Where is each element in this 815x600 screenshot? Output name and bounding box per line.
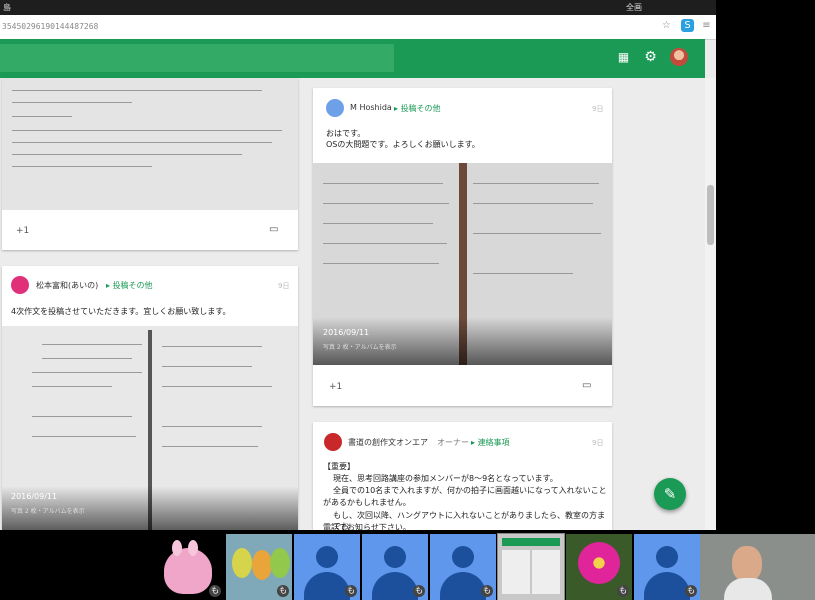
browser-menu-icon[interactable]: ≡ xyxy=(700,19,713,32)
window-titlebar: 島 全画 xyxy=(0,0,716,15)
author-avatar[interactable] xyxy=(326,99,344,117)
url-text[interactable]: 35450296190144487268 xyxy=(2,22,98,31)
bird-image xyxy=(252,550,272,580)
person-face xyxy=(732,546,762,582)
participant-tile[interactable]: も xyxy=(362,534,428,600)
shared-screen-header xyxy=(502,538,560,546)
category-label[interactable]: 投稿その他 xyxy=(113,281,153,290)
person-icon xyxy=(384,546,406,568)
scrollbar[interactable] xyxy=(705,78,716,530)
post-photo[interactable]: 2016/09/11 写真 2 枚・アルバムを表示 xyxy=(2,326,298,530)
participant-tile[interactable]: も xyxy=(430,534,496,600)
person-body xyxy=(304,572,350,600)
post-text-line: があるかもしれません。 xyxy=(323,498,411,507)
post-card: M Hoshida ▸ 投稿その他 9日 おはです。 OSの大問題です。よろしく… xyxy=(313,88,612,406)
participant-tile[interactable]: も xyxy=(634,534,700,600)
photo-caption[interactable]: 写真 2 枚・アルバムを表示 xyxy=(323,342,397,351)
fullscreen-label[interactable]: 全画 xyxy=(626,2,642,13)
account-avatar[interactable] xyxy=(670,48,688,66)
participant-tile[interactable]: も xyxy=(566,534,632,600)
bird-image xyxy=(232,548,252,578)
person-body xyxy=(644,572,690,600)
flower-image xyxy=(578,542,620,584)
participant-tile[interactable]: も xyxy=(294,534,360,600)
mic-icon: も xyxy=(685,585,697,597)
category-label[interactable]: 連絡事項 xyxy=(478,438,510,447)
person-icon xyxy=(656,546,678,568)
post-author[interactable]: 書道の創作文オンエア xyxy=(348,437,428,448)
post-date: 9日 xyxy=(592,105,604,113)
post-card: +1 ▭ xyxy=(2,78,298,250)
category-label[interactable]: 投稿その他 xyxy=(401,104,441,113)
comment-icon[interactable]: ▭ xyxy=(269,224,278,235)
photo-date: 2016/09/11 xyxy=(11,492,58,501)
post-photo[interactable] xyxy=(2,78,298,210)
post-card: 松本富和(あいの) ▸ 投稿その他 9日 4次作文を投稿させていただきます。宜し… xyxy=(2,266,298,530)
person-body xyxy=(440,572,486,600)
post-category[interactable]: ▸ 投稿その他 xyxy=(394,103,441,114)
search-bar[interactable] xyxy=(0,44,394,72)
author-avatar[interactable] xyxy=(324,433,342,451)
post-date: 9日 xyxy=(278,282,290,290)
window-title: 島 xyxy=(3,3,11,12)
plus-one-button[interactable]: +1 xyxy=(16,226,29,236)
scrollbar-thumb[interactable] xyxy=(707,185,714,245)
post-text-line: 現在、思考回路講座の参加メンバーが8～9名となっています。 xyxy=(333,474,558,483)
photo-date: 2016/09/11 xyxy=(323,328,370,337)
pink-character-image xyxy=(164,548,212,594)
mic-icon: も xyxy=(617,585,629,597)
post-author[interactable]: M Hoshida xyxy=(350,103,392,112)
author-role: オーナー xyxy=(437,438,469,447)
compose-button[interactable]: ✎ xyxy=(654,478,686,510)
person-body xyxy=(372,572,418,600)
browser-window: 島 全画 35450296190144487268 ☆ S ≡ ▦ ⚙ +1 ▭… xyxy=(0,0,716,530)
character-ear xyxy=(172,540,182,556)
post-text: 4次作文を投稿させていただきます。宜しくお願い致します。 xyxy=(11,307,231,316)
plus-one-button[interactable]: +1 xyxy=(329,382,342,392)
mic-icon: も xyxy=(345,585,357,597)
post-text-line: 【重要】 xyxy=(323,462,355,471)
post-text-line: 全員での10名まで入れますが、何かの拍子に画面越いになって入れないこと xyxy=(333,486,607,495)
post-photo[interactable]: 2016/09/11 写真 2 枚・アルバムを表示 xyxy=(313,163,612,365)
skype-icon[interactable]: S xyxy=(681,19,694,32)
settings-icon[interactable]: ⚙ xyxy=(643,50,658,65)
person-icon xyxy=(452,546,474,568)
app-header: ▦ ⚙ xyxy=(0,39,705,78)
mic-icon: も xyxy=(481,585,493,597)
participant-tile[interactable]: も xyxy=(226,534,292,600)
apps-grid-icon[interactable]: ▦ xyxy=(617,51,630,64)
mic-icon: も xyxy=(277,585,289,597)
photo-caption[interactable]: 写真 2 枚・アルバムを表示 xyxy=(11,506,85,515)
star-icon[interactable]: ☆ xyxy=(660,19,673,32)
post-text-line: OSの大問題です。よろしくお願いします。 xyxy=(326,140,480,149)
participant-tile-screen-share[interactable] xyxy=(497,533,565,600)
bird-image xyxy=(270,548,290,578)
post-category[interactable]: ▸ 連絡事項 xyxy=(471,437,510,448)
mic-icon: も xyxy=(209,585,221,597)
mic-icon: も xyxy=(413,585,425,597)
person-shirt xyxy=(724,578,772,600)
comment-icon[interactable]: ▭ xyxy=(582,380,591,391)
post-text-line: おはです。 xyxy=(326,129,366,138)
post-category[interactable]: ▸ 投稿その他 xyxy=(106,280,153,291)
author-avatar[interactable] xyxy=(11,276,29,294)
shared-screen-card xyxy=(532,550,560,594)
character-ear xyxy=(188,540,198,556)
pencil-icon: ✎ xyxy=(663,485,677,503)
participant-tile-camera[interactable] xyxy=(700,534,815,600)
post-author[interactable]: 松本富和(あいの) xyxy=(36,280,98,291)
post-text-line: 電話でお知らせ下さい。 xyxy=(323,523,411,530)
address-bar[interactable]: 35450296190144487268 ☆ S ≡ xyxy=(0,15,716,40)
post-date: 9日 xyxy=(592,439,604,447)
community-feed: +1 ▭ 松本富和(あいの) ▸ 投稿その他 9日 4次作文を投稿させていただき… xyxy=(0,78,705,530)
participant-tile[interactable]: も xyxy=(158,534,224,600)
post-card: 書道の創作文オンエア オーナー ▸ 連絡事項 9日 【重要】 現在、思考回路講座… xyxy=(313,422,612,530)
person-icon xyxy=(316,546,338,568)
shared-screen-card xyxy=(502,550,530,594)
